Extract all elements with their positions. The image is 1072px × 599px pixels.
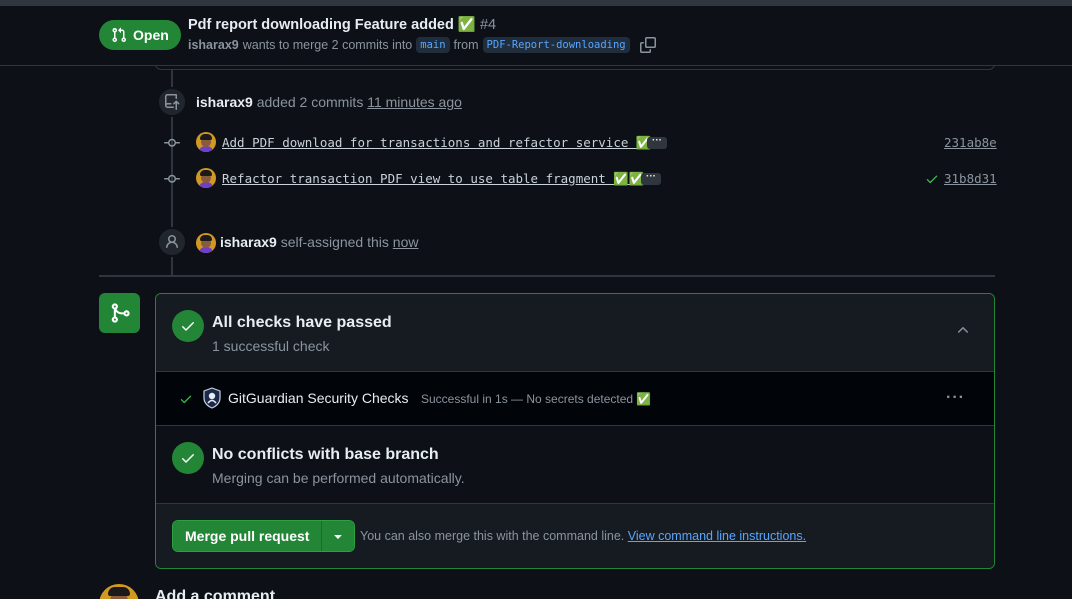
assign-event-text: isharax9 self-assigned this now [220,234,418,250]
avatar[interactable] [196,233,216,253]
commit-sha-link[interactable]: 231ab8e [944,135,997,150]
check-description: Successful in 1s — No secrets detected ✅ [421,392,652,406]
check-name[interactable]: GitGuardian Security Checks [228,390,409,406]
avatar[interactable] [196,168,216,188]
merge-actions: Merge pull request You can also merge th… [156,504,994,568]
commit-message-link[interactable]: Refactor transaction PDF view to use tab… [222,171,644,187]
check-icon [182,322,194,331]
head-branch[interactable]: PDF-Report-downloading [482,37,630,53]
git-merge-icon [111,303,130,323]
merge-status-badge [99,293,140,333]
commits-event-action: added 2 commits [256,94,364,110]
no-conflicts-badge [172,442,204,474]
person-icon [166,235,178,249]
check-icon [182,454,194,463]
commit-message-link[interactable]: Add PDF download for transactions and re… [222,135,651,151]
pr-state-label: Open [133,27,169,43]
merge-pull-request-button[interactable]: Merge pull request [173,521,323,551]
commits-event-time[interactable]: 11 minutes ago [367,94,462,110]
checks-subtitle: 1 successful check [212,338,330,354]
gitguardian-logo-icon [203,387,221,409]
pr-merge-text: wants to merge 2 commits into [242,38,413,52]
sticky-pr-header: Open Pdf report downloading Feature adde… [0,6,1072,66]
add-comment-heading: Add a comment [155,588,276,599]
merge-note: You can also merge this with the command… [360,529,806,543]
check-row[interactable]: GitGuardian Security Checks Successful i… [156,372,994,426]
conflicts-subtitle: Merging can be performed automatically. [212,470,465,486]
conflicts-title: No conflicts with base branch [212,446,439,463]
check-more-button[interactable]: ··· [946,389,965,407]
assign-event-badge [157,227,187,257]
commit-expand-button[interactable]: ··· [641,172,661,185]
command-line-instructions-link[interactable]: View command line instructions. [628,529,806,543]
commit-dot-icon [164,174,180,183]
pr-author-link[interactable]: isharax9 [188,38,239,52]
commits-event-text: isharax9 added 2 commits 11 minutes ago [196,94,462,110]
base-branch[interactable]: main [416,37,450,53]
commit-sha-link[interactable]: 31b8d31 [944,171,997,186]
avatar[interactable] [99,584,139,599]
commits-event-badge [157,87,187,117]
timeline-divider [99,275,995,277]
commit-expand-button[interactable]: ··· [647,136,667,149]
checks-title: All checks have passed [212,314,392,331]
pr-from-text: from [453,38,479,52]
commits-event-author[interactable]: isharax9 [196,94,253,110]
merge-box: All checks have passed 1 successful chec… [155,293,995,569]
pr-subtitle: isharax9 wants to merge 2 commits into m… [188,37,656,53]
checks-passed-badge [172,310,204,342]
assign-event-time[interactable]: now [393,234,419,250]
commit-dot-icon [164,138,180,147]
repo-push-icon [165,94,180,110]
pr-state-badge: Open [99,20,181,50]
triangle-down-icon [334,535,343,539]
merge-method-dropdown[interactable] [322,521,355,551]
pr-title: Pdf report downloading Feature added ✅ #… [188,16,496,33]
chevron-up-icon[interactable] [955,322,971,338]
assign-event-action: self-assigned this [280,234,389,250]
avatar[interactable] [196,132,216,152]
pr-number: #4 [479,17,497,33]
copy-icon[interactable] [639,37,656,53]
pr-title-text: Pdf report downloading Feature added ✅ [188,17,476,33]
merge-button-group: Merge pull request [172,520,356,552]
pull-request-icon [112,27,127,43]
merge-note-text: You can also merge this with the command… [360,529,625,543]
conflicts-section: No conflicts with base branch Merging ca… [156,426,994,504]
check-icon [180,395,192,404]
assign-event-author[interactable]: isharax9 [220,234,277,250]
checks-header[interactable]: All checks have passed 1 successful chec… [156,294,994,372]
check-status-icon[interactable] [925,172,939,186]
